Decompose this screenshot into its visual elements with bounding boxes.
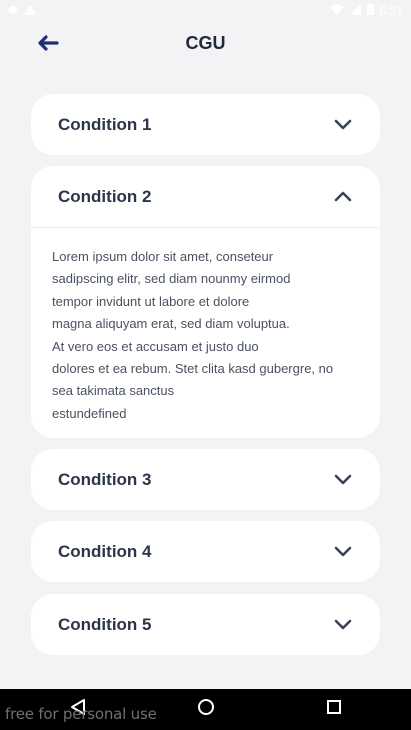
accordion-title: Condition 4 xyxy=(58,541,152,561)
nav-home-button[interactable] xyxy=(196,698,216,721)
warning-icon xyxy=(24,2,36,20)
accordion-header[interactable]: Condition 5 xyxy=(31,594,380,655)
accordion-title: Condition 1 xyxy=(58,114,152,134)
wifi-icon xyxy=(329,2,344,20)
chevron-down-icon xyxy=(334,546,352,558)
home-circle-icon xyxy=(197,698,215,721)
app-bar: CGU xyxy=(0,22,411,68)
accordion-header[interactable]: Condition 1 xyxy=(31,94,380,155)
chevron-down-icon xyxy=(334,119,352,131)
nav-recents-button[interactable] xyxy=(324,699,344,719)
accordion-item-condition-4: Condition 4 xyxy=(31,521,380,582)
signal-icon xyxy=(349,2,361,20)
accordion-item-condition-5: Condition 5 xyxy=(31,594,380,655)
accordion-item-condition-2: Condition 2 Lorem ipsum dolor sit amet, … xyxy=(31,166,380,438)
battery-icon xyxy=(366,2,374,20)
accordion-header[interactable]: Condition 3 xyxy=(31,449,380,510)
accordion-title: Condition 5 xyxy=(58,614,152,634)
accordion-item-condition-3: Condition 3 xyxy=(31,449,380,510)
chevron-down-icon xyxy=(334,474,352,486)
accordion-body-text: Lorem ipsum dolor sit amet, conseteur sa… xyxy=(31,227,380,441)
accordion-item-condition-1: Condition 1 xyxy=(31,94,380,155)
status-bar: 6:31 xyxy=(0,0,411,22)
chevron-up-icon xyxy=(334,191,352,203)
chevron-down-icon xyxy=(334,619,352,631)
accordion-title: Condition 3 xyxy=(58,469,152,489)
page-title: CGU xyxy=(185,33,226,53)
status-time: 6:31 xyxy=(379,4,403,18)
watermark-text: free for personal use xyxy=(5,705,157,723)
accordion-title: Condition 2 xyxy=(58,186,152,206)
recents-square-icon xyxy=(326,699,342,720)
notification-dot-icon xyxy=(8,2,18,20)
status-right: 6:31 xyxy=(329,2,403,20)
accordion-header[interactable]: Condition 4 xyxy=(31,521,380,582)
status-left xyxy=(8,2,36,20)
accordion-header[interactable]: Condition 2 xyxy=(31,166,380,227)
